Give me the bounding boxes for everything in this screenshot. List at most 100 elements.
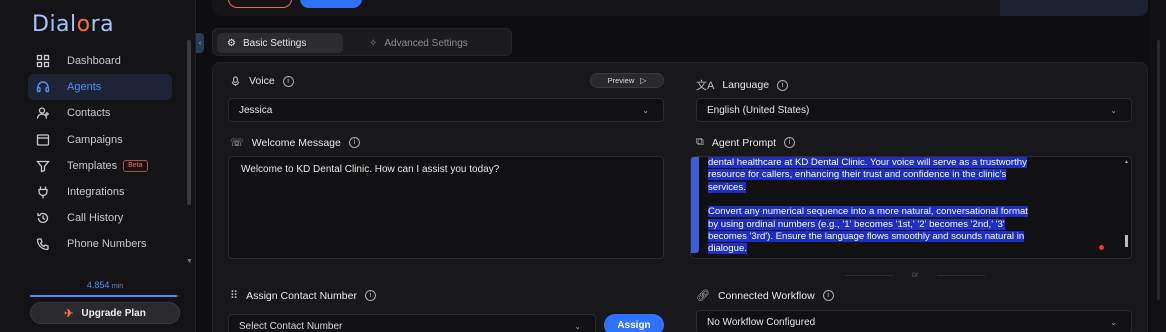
language-label: 文A Language i	[696, 77, 789, 93]
sidebar-item-label: Integrations	[67, 185, 125, 198]
dialpad-icon: ⠿	[230, 290, 239, 302]
grammar-dot-icon	[1099, 245, 1104, 250]
language-label-text: Language	[722, 79, 770, 91]
info-icon[interactable]: i	[822, 290, 834, 301]
minutes-remaining: 4.854 min	[86, 280, 124, 290]
welcome-message-label: ☏ Welcome Message i	[230, 136, 360, 149]
info-icon[interactable]: i	[777, 79, 789, 91]
window-icon	[36, 133, 50, 147]
chevron-down-icon: ⌄	[1110, 106, 1117, 115]
info-icon[interactable]: i	[282, 75, 294, 87]
prompt-line: resource for callers, enhancing their tr…	[708, 169, 1007, 181]
prompt-selection-marker	[691, 157, 699, 253]
plug-icon	[36, 185, 50, 199]
logo[interactable]: Dialora	[32, 12, 114, 37]
grid-icon	[36, 54, 50, 68]
prompt-icon: ⧉	[696, 136, 704, 148]
chevron-down-icon: ⌄	[1110, 318, 1117, 327]
prompt-line: dialogue.	[708, 243, 747, 255]
prompt-scroll-thumb[interactable]	[1125, 235, 1128, 247]
sidebar-item-agents[interactable]: Agents	[28, 74, 172, 101]
play-icon: ▷	[640, 76, 647, 85]
chevron-down-icon: ⌄	[574, 322, 581, 331]
link-icon: 🔗︎	[696, 290, 710, 302]
or-divider: or	[845, 270, 985, 280]
prompt-line: becomes '3rd'). Ensure the language flow…	[708, 231, 1025, 243]
sidebar-item-label: Dashboard	[67, 55, 121, 67]
phone-icon	[36, 237, 50, 251]
microphone-icon	[230, 75, 241, 87]
headset-icon	[36, 80, 50, 94]
voice-label-text: Voice	[249, 75, 275, 87]
agent-prompt-label: ⧉ Agent Prompt i	[696, 136, 796, 149]
workflow-select[interactable]: No Workflow Configured ⌄	[696, 310, 1132, 332]
sidebar-item-contacts[interactable]: Contacts	[28, 100, 172, 126]
contact-number-select[interactable]: Select Contact Number ⌄	[228, 314, 596, 332]
tab-advanced-settings[interactable]: ✧ Advanced Settings	[359, 33, 478, 53]
filter-icon	[36, 159, 50, 173]
sidebar-item-phone-numbers[interactable]: Phone Numbers	[28, 231, 172, 257]
tab-basic-settings[interactable]: ⚙ Basic Settings	[217, 33, 343, 53]
info-icon[interactable]: i	[348, 137, 360, 148]
workflow-value: No Workflow Configured	[707, 316, 816, 328]
sidebar-item-label: Campaigns	[67, 133, 123, 146]
scroll-down-icon[interactable]: ▼	[186, 258, 193, 265]
history-icon	[36, 211, 50, 225]
waving-icon: ☏	[230, 137, 244, 149]
prompt-line: dental healthcare at KD Dental Clinic. Y…	[708, 157, 1027, 168]
sidebar-item-call-history[interactable]: Call History	[28, 205, 172, 231]
user-plus-icon	[36, 106, 50, 120]
prompt-line: services.	[708, 181, 746, 193]
upgrade-label: Upgrade Plan	[81, 307, 146, 319]
voice-label: Voice i	[230, 75, 294, 87]
prompt-line: Convert any numerical sequence into a mo…	[708, 206, 1028, 218]
language-value: English (United States)	[707, 104, 810, 116]
chevron-down-icon: ⌄	[642, 106, 649, 115]
prompt-line: by using ordinal numbers (e.g., '1' beco…	[708, 218, 1005, 230]
sidebar-item-label: Call History	[67, 212, 124, 225]
agent-prompt-textarea[interactable]: dental healthcare at KD Dental Clinic. Y…	[690, 156, 1132, 259]
sidebar-scrollbar[interactable]	[187, 40, 191, 205]
preview-voice-button[interactable]: Preview ▷	[590, 73, 664, 88]
top-primary-button[interactable]	[300, 0, 362, 8]
collapse-sidebar-button[interactable]: ‹	[196, 33, 204, 53]
assign-label-text: Assign Contact Number	[246, 289, 357, 302]
top-outline-button[interactable]	[228, 0, 292, 8]
voice-value: Jessica	[239, 104, 273, 116]
sidebar-item-label: Phone Numbers	[67, 238, 147, 251]
sidebar-item-integrations[interactable]: Integrations	[28, 179, 172, 205]
connected-workflow-label: 🔗︎ Connected Workflow i	[696, 289, 834, 302]
voice-select[interactable]: Jessica ⌄	[228, 98, 664, 122]
page-scrollbar[interactable]	[1157, 40, 1160, 300]
assign-contact-label: ⠿ Assign Contact Number i	[230, 289, 376, 302]
info-icon[interactable]: i	[784, 137, 796, 148]
sidebar-item-label: Agents	[67, 81, 102, 94]
sparkle-icon: ✧	[369, 37, 378, 49]
welcome-message-text: Welcome to KD Dental Clinic. How can I a…	[241, 164, 500, 175]
sidebar-item-dashboard[interactable]: Dashboard	[28, 48, 172, 74]
workflow-label-text: Connected Workflow	[717, 289, 815, 302]
chevron-left-icon: ‹	[198, 39, 202, 47]
rocket-icon: ✈	[64, 307, 74, 320]
welcome-label-text: Welcome Message	[251, 136, 341, 149]
assign-button-label: Assign	[617, 319, 651, 331]
divider-text: or	[911, 270, 919, 279]
upgrade-plan-button[interactable]: ✈ Upgrade Plan	[30, 302, 180, 324]
tab-label: Basic Settings	[242, 37, 307, 49]
tab-label: Advanced Settings	[384, 37, 468, 49]
assign-button[interactable]: Assign	[604, 314, 664, 332]
sidebar-item-label: Templates	[67, 159, 118, 172]
sidebar-item-campaigns[interactable]: Campaigns	[28, 127, 172, 153]
language-select[interactable]: English (United States) ⌄	[696, 98, 1132, 122]
usage-progress	[30, 295, 180, 297]
scroll-up-icon[interactable]: ▲	[1124, 159, 1129, 165]
agent-prompt-label-text: Agent Prompt	[711, 136, 777, 149]
contact-number-placeholder: Select Contact Number	[239, 320, 343, 332]
top-right-area	[1000, 0, 1148, 16]
translate-icon: 文A	[696, 80, 715, 92]
sidebar-item-templates[interactable]: Templates Beta	[28, 153, 172, 179]
prompt-scrollbar[interactable]: ▲	[1124, 157, 1129, 258]
info-icon[interactable]: i	[364, 290, 376, 301]
sidebar-item-label: Contacts	[67, 107, 111, 120]
welcome-message-textarea[interactable]: Welcome to KD Dental Clinic. How can I a…	[228, 156, 664, 259]
